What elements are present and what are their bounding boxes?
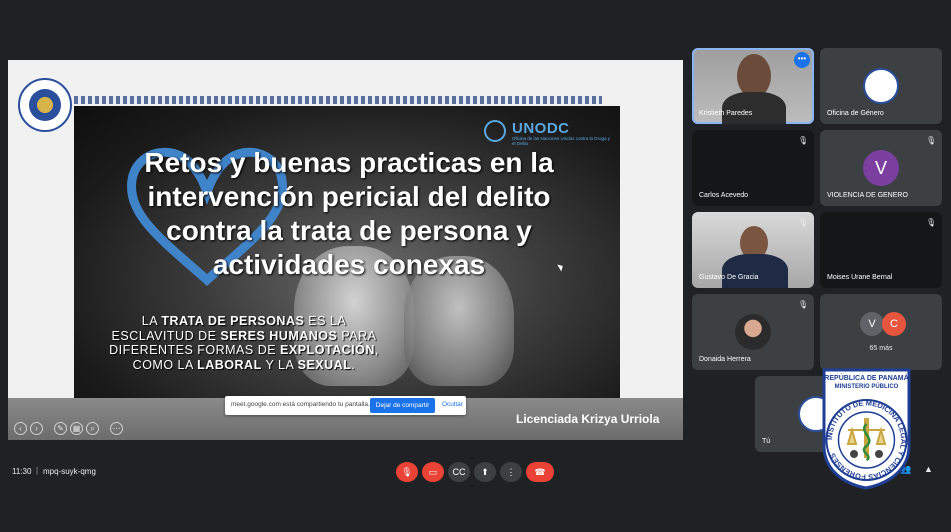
meeting-code[interactable]: mpq-suyk-qmg: [43, 467, 96, 476]
participant-name: Carlos Acevedo: [699, 192, 749, 199]
mic-off-icon: 🎙: [926, 218, 937, 227]
more-options-icon[interactable]: •••: [794, 52, 810, 68]
participant-tile[interactable]: 🎙 Donaida Herrera: [692, 294, 814, 370]
more-participants-tile[interactable]: V C 65 más: [820, 294, 942, 370]
next-slide-icon[interactable]: ›: [30, 422, 43, 435]
slide-quote-segment: EXPLOTACIÓN: [280, 343, 375, 357]
slide-decorative-stripe: [74, 96, 602, 104]
activities-icon[interactable]: ▲: [924, 464, 933, 474]
avatar: V: [860, 312, 884, 336]
slide-quote-segment: LABORAL: [197, 357, 262, 372]
mic-off-icon: 🎙: [798, 300, 809, 309]
mic-off-icon: 🎙: [926, 136, 937, 145]
screen-share-notification: meet.google.com está compartiendo tu pan…: [225, 396, 466, 415]
share-message: meet.google.com está compartiendo tu pan…: [231, 401, 370, 408]
slide-author: Licenciada Krizya Urriola: [516, 412, 660, 426]
slide-quote-segment: .: [351, 357, 356, 372]
slide-background-photo: UNODC Oficina de las Naciones Unidas con…: [74, 106, 620, 398]
participant-name: Tú: [762, 438, 771, 445]
slide-quote-segment: Y LA: [261, 357, 298, 372]
avatar: C: [882, 312, 906, 336]
participant-video: [722, 92, 786, 124]
participant-tile[interactable]: 🎙 Carlos Acevedo: [692, 130, 814, 206]
organization-logo: [863, 68, 899, 104]
unodc-logo: UNODC Oficina de las Naciones Unidas con…: [484, 120, 614, 146]
avatar: [735, 314, 771, 350]
participant-name: Donaida Herrera: [699, 356, 751, 363]
slide-quote-segment: SEXUAL: [297, 357, 352, 372]
stop-sharing-button[interactable]: Dejar de compartir: [370, 398, 435, 413]
more-participants-count: 65 más: [869, 345, 893, 352]
previous-slide-icon[interactable]: ‹: [14, 422, 27, 435]
more-options-icon[interactable]: ⋯: [110, 422, 123, 435]
unodc-title: UNODC: [512, 120, 570, 137]
unodc-subtitle: Oficina de las Naciones Unidas contra la…: [512, 136, 611, 146]
mic-off-button[interactable]: 🎙: [396, 462, 418, 482]
hide-button[interactable]: Ocultar: [442, 401, 463, 408]
slides-icon[interactable]: ▦: [70, 422, 83, 435]
meeting-time: 11:30: [12, 467, 32, 476]
participant-tile[interactable]: Oficina de Género: [820, 48, 942, 124]
participant-tile[interactable]: 🎙 Gustavo De Gracia: [692, 212, 814, 288]
camera-off-button[interactable]: ▭: [422, 462, 444, 482]
participant-name: Kristieth Paredes: [699, 110, 753, 117]
participant-video: [722, 254, 788, 288]
un-globe-icon: [484, 120, 506, 142]
participant-name: Oficina de Género: [827, 110, 884, 117]
shared-presentation: UNODC Oficina de las Naciones Unidas con…: [8, 60, 683, 440]
ministerio-publico-logo: [18, 78, 72, 132]
zoom-icon[interactable]: ⌕: [86, 422, 99, 435]
participant-tile[interactable]: ••• Kristieth Paredes: [692, 48, 814, 124]
pen-icon[interactable]: ✎: [54, 422, 67, 435]
seal-sub-text: MINISTERIO PÚBLICO: [835, 383, 899, 390]
participant-name: Gustavo De Gracia: [699, 274, 759, 281]
participant-tile[interactable]: 🎙 V VIOLENCIA DE GENERO: [820, 130, 942, 206]
slide-quote-segment: SERES HUMANOS: [220, 328, 338, 343]
slide-quote-segment: TRATA DE PERSONAS: [161, 314, 305, 328]
seal-top-text: REPÚBLICA DE PANAMÁ: [824, 373, 908, 382]
slide-quote: LA TRATA DE PERSONAS ES LA ESCLAVITUD DE…: [104, 314, 384, 372]
mic-off-icon: 🎙: [798, 218, 809, 227]
end-call-button[interactable]: ☎: [526, 462, 554, 482]
imelcf-seal-logo: REPÚBLICA DE PANAMÁ MINISTERIO PÚBLICO I…: [822, 368, 911, 490]
participant-tile[interactable]: 🎙 Moises Urane Bernal: [820, 212, 942, 288]
captions-button[interactable]: CC: [448, 462, 470, 482]
mic-off-icon: 🎙: [798, 136, 809, 145]
more-options-button[interactable]: ⋮: [500, 462, 522, 482]
slide-title: Retos y buenas practicas en la intervenc…: [144, 147, 554, 280]
separator: |: [36, 466, 39, 475]
present-now-button[interactable]: ⬆: [474, 462, 496, 482]
participant-name: Moises Urane Bernal: [827, 274, 893, 281]
slide-quote-segment: LA: [141, 314, 162, 328]
participant-name: VIOLENCIA DE GENERO: [827, 192, 908, 199]
avatar: V: [863, 150, 899, 186]
